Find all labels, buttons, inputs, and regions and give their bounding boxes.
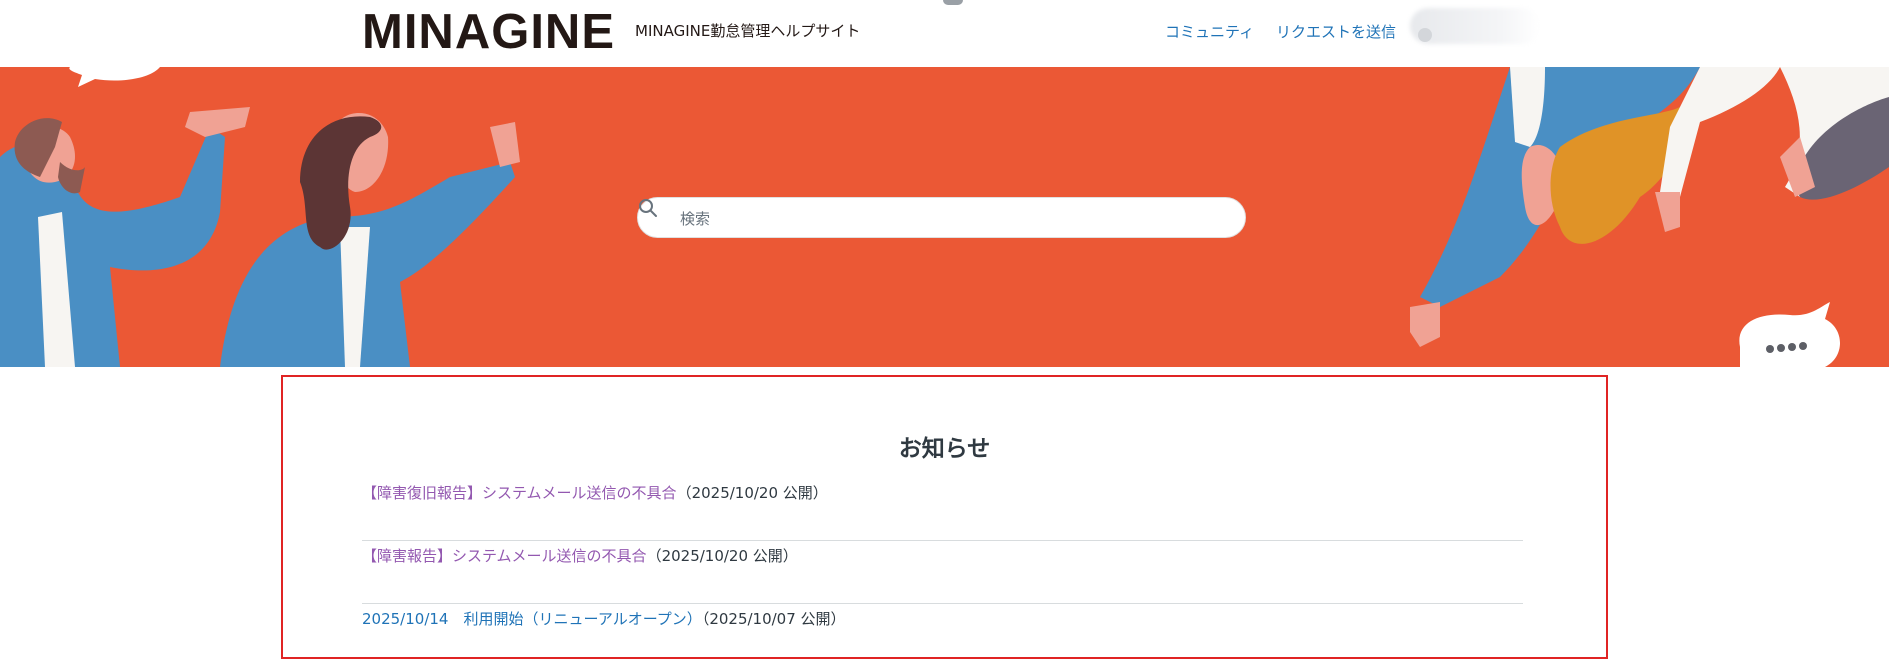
notice-date: （2025/10/20 公開） <box>646 547 798 565</box>
notice-date: （2025/10/07 公開） <box>701 610 846 628</box>
notice-link[interactable]: 2025/10/14 利用開始（リニューアルオープン） <box>362 610 702 628</box>
search-input[interactable] <box>678 204 1222 234</box>
notices-list: 【障害復旧報告】システムメール送信の不具合（2025/10/20 公開） 【障害… <box>362 478 1523 667</box>
notice-date: （2025/10/20 公開） <box>676 484 828 502</box>
notices-title: お知らせ <box>898 436 991 462</box>
notices-section: お知らせ 【障害復旧報告】システムメール送信の不具合（2025/10/20 公開… <box>281 375 1608 659</box>
woman-figure <box>220 162 515 367</box>
site-header: MINAGINE MINAGINE勤怠管理ヘルプサイト コミュニティ リクエスト… <box>0 0 1889 67</box>
notice-link[interactable]: 【障害報告】システムメール送信の不具合 <box>362 547 647 565</box>
hero-banner <box>0 67 1889 367</box>
notice-item: 2025/10/14 利用開始（リニューアルオープン）（2025/10/07 公… <box>362 604 1523 667</box>
community-link[interactable]: コミュニティ <box>1165 21 1254 42</box>
speech-bubble-right <box>1739 302 1840 367</box>
search-bar[interactable] <box>637 197 1246 238</box>
avatar-icon <box>1418 28 1432 42</box>
scroll-indicator[interactable] <box>943 0 963 5</box>
submit-request-link[interactable]: リクエストを送信 <box>1276 21 1396 42</box>
search-icon <box>639 199 657 217</box>
notice-item: 【障害復旧報告】システムメール送信の不具合（2025/10/20 公開） <box>362 478 1523 541</box>
notice-link[interactable]: 【障害復旧報告】システムメール送信の不具合 <box>362 484 677 502</box>
notice-item: 【障害報告】システムメール送信の不具合（2025/10/20 公開） <box>362 541 1523 604</box>
minagine-logo[interactable]: MINAGINE <box>362 8 615 57</box>
site-name[interactable]: MINAGINE勤怠管理ヘルプサイト <box>635 20 860 41</box>
speech-bubble-left <box>69 67 160 87</box>
